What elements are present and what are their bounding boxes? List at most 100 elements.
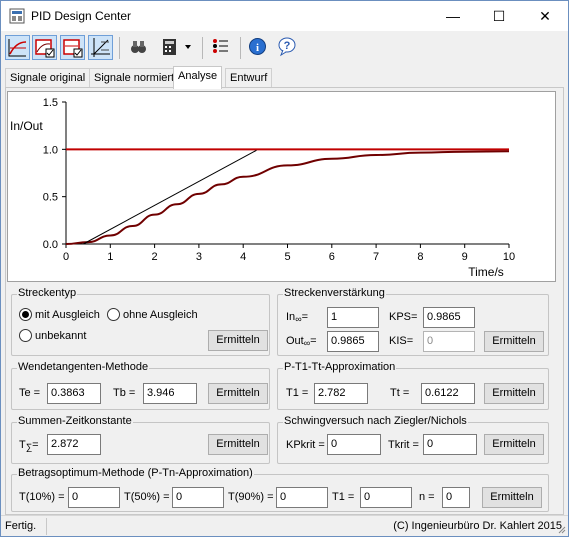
kpkrit-field[interactable]: 0 xyxy=(327,434,381,455)
ermitteln-button[interactable]: Ermitteln xyxy=(484,434,544,455)
series-response-line xyxy=(65,150,510,245)
tkrit-label: Tkrit = xyxy=(388,439,419,451)
group-title: Streckenverstärkung xyxy=(283,287,386,299)
t50-field[interactable]: 0 xyxy=(172,487,224,508)
radio-label: unbekannt xyxy=(35,330,87,342)
tsum-field[interactable]: 2.872 xyxy=(47,434,101,455)
in-field[interactable]: 1 xyxy=(327,307,379,328)
tab-signale-original[interactable]: Signale original xyxy=(5,68,91,88)
x-tick-label: 9 xyxy=(462,251,468,263)
kps-label: KPS= xyxy=(389,311,418,323)
pt1tt-group: P-T1-Tt-Approximation T1 = 2.782 Tt = 0.… xyxy=(277,361,549,410)
dropdown-arrow-icon[interactable] xyxy=(183,35,195,60)
x-tick-label: 4 xyxy=(240,251,246,263)
group-title: Summen-Zeitkonstante xyxy=(17,415,133,427)
x-tick-label: 6 xyxy=(329,251,335,263)
tb-label: Tb = xyxy=(113,387,136,399)
group-title: Betragsoptimum-Methode (P-Tn-Approximati… xyxy=(17,467,254,479)
separator xyxy=(202,37,203,59)
x-tick-label: 2 xyxy=(152,251,158,263)
x-axis-label: Time/s xyxy=(468,265,504,279)
y-tick-label: 0.0 xyxy=(43,239,58,251)
radio-ohne-ausgleich[interactable] xyxy=(107,308,120,321)
list-icon[interactable] xyxy=(209,35,234,60)
group-title: Schwingversuch nach Ziegler/Nichols xyxy=(283,415,468,427)
betragsoptimum-group: Betragsoptimum-Methode (P-Tn-Approximati… xyxy=(11,467,549,512)
out-label: Out∞= xyxy=(286,335,317,348)
response-chart: 0 1 2 3 4 5 6 7 8 9 10 0.0 0.5 1.0 1.5 In/Out Time/s xyxy=(7,91,556,282)
t90-label: T(90%) = xyxy=(228,491,274,503)
kps-field[interactable]: 0.9865 xyxy=(423,307,475,328)
n-label: n = xyxy=(419,491,435,503)
t1-label: T1 = xyxy=(332,491,355,503)
te-label: Te = xyxy=(19,387,41,399)
radio-unbekannt[interactable] xyxy=(19,329,32,342)
x-tick-label: 5 xyxy=(284,251,290,263)
svg-text:i: i xyxy=(256,42,259,54)
chart-check-icon-2[interactable] xyxy=(60,35,85,60)
radio-mit-ausgleich[interactable] xyxy=(19,308,32,321)
n-field[interactable]: 0 xyxy=(442,487,470,508)
chart-check-icon-1[interactable] xyxy=(32,35,57,60)
summen-group: Summen-Zeitkonstante T∑= 2.872 Ermitteln xyxy=(11,415,270,464)
tb-field[interactable]: 3.946 xyxy=(143,383,197,404)
t1-field[interactable]: 2.782 xyxy=(314,383,368,404)
ermitteln-button[interactable]: Ermitteln xyxy=(208,330,268,351)
x-tick-label: 8 xyxy=(417,251,423,263)
window-title: PID Design Center xyxy=(31,9,132,23)
chart-axis-icon[interactable] xyxy=(88,35,113,60)
x-tick-label: 7 xyxy=(373,251,379,263)
t90-field[interactable]: 0 xyxy=(276,487,328,508)
ermitteln-button[interactable]: Ermitteln xyxy=(484,331,544,352)
tsum-label: T∑= xyxy=(19,439,39,452)
copyright-text: (C) Ingenieurbüro Dr. Kahlert 2015 xyxy=(393,520,562,532)
out-field[interactable]: 0.9865 xyxy=(327,331,379,352)
t1n-field[interactable]: 0 xyxy=(360,487,412,508)
kpkrit-label: KPkrit = xyxy=(286,439,325,451)
x-tick-label: 10 xyxy=(503,251,515,263)
kis-field: 0 xyxy=(423,331,475,352)
t10-field[interactable]: 0 xyxy=(68,487,120,508)
separator xyxy=(119,37,120,59)
tab-signale-normiert[interactable]: Signale normiert xyxy=(89,68,180,88)
x-tick-label: 3 xyxy=(196,251,202,263)
separator xyxy=(240,37,241,59)
toolbar: i ? xyxy=(1,32,568,64)
group-title: Wendetangenten-Methode xyxy=(17,361,150,373)
series-tangent-line xyxy=(83,149,257,245)
calculator-icon[interactable] xyxy=(158,35,183,60)
kis-label: KIS= xyxy=(389,335,414,347)
svg-text:?: ? xyxy=(284,40,291,52)
tab-analyse[interactable]: Analyse xyxy=(173,66,223,89)
tt-field[interactable]: 0.6122 xyxy=(421,383,475,404)
resize-grip-icon[interactable] xyxy=(556,524,566,534)
ermitteln-button[interactable]: Ermitteln xyxy=(208,383,268,404)
maximize-button[interactable]: ☐ xyxy=(476,1,522,31)
close-button[interactable]: ✕ xyxy=(522,1,568,31)
tkrit-field[interactable]: 0 xyxy=(423,434,477,455)
te-field[interactable]: 0.3863 xyxy=(47,383,101,404)
y-tick-label: 0.5 xyxy=(43,192,58,204)
ermitteln-button[interactable]: Ermitteln xyxy=(208,434,268,455)
status-bar: Fertig. (C) Ingenieurbüro Dr. Kahlert 20… xyxy=(1,515,568,536)
minimize-button[interactable]: — xyxy=(430,1,476,31)
binoculars-icon[interactable] xyxy=(127,35,152,60)
group-title: P-T1-Tt-Approximation xyxy=(283,361,397,373)
streckenverstaerkung-group: Streckenverstärkung In∞= 1 KPS= 0.9865 O… xyxy=(277,287,549,356)
wendetangenten-group: Wendetangenten-Methode Te = 0.3863 Tb = … xyxy=(11,361,270,410)
x-tick-label: 1 xyxy=(107,251,113,263)
ermitteln-button[interactable]: Ermitteln xyxy=(482,487,542,508)
tt-label: Tt = xyxy=(390,387,410,399)
title-bar[interactable]: PID Design Center — ☐ ✕ xyxy=(1,1,568,31)
in-label: In∞= xyxy=(286,311,309,324)
ermitteln-button[interactable]: Ermitteln xyxy=(484,383,544,404)
radio-label: ohne Ausgleich xyxy=(123,309,198,321)
help-icon[interactable]: ? xyxy=(276,35,301,60)
y-tick-label: 1.5 xyxy=(43,97,58,109)
schwingversuch-group: Schwingversuch nach Ziegler/Nichols KPkr… xyxy=(277,415,549,464)
streckentyp-group: Streckentyp mit Ausgleich ohne Ausgleich… xyxy=(11,287,270,356)
chart-line-icon[interactable] xyxy=(5,35,30,60)
radio-label: mit Ausgleich xyxy=(35,309,100,321)
info-icon[interactable]: i xyxy=(246,35,271,60)
tab-entwurf[interactable]: Entwurf xyxy=(225,68,273,88)
